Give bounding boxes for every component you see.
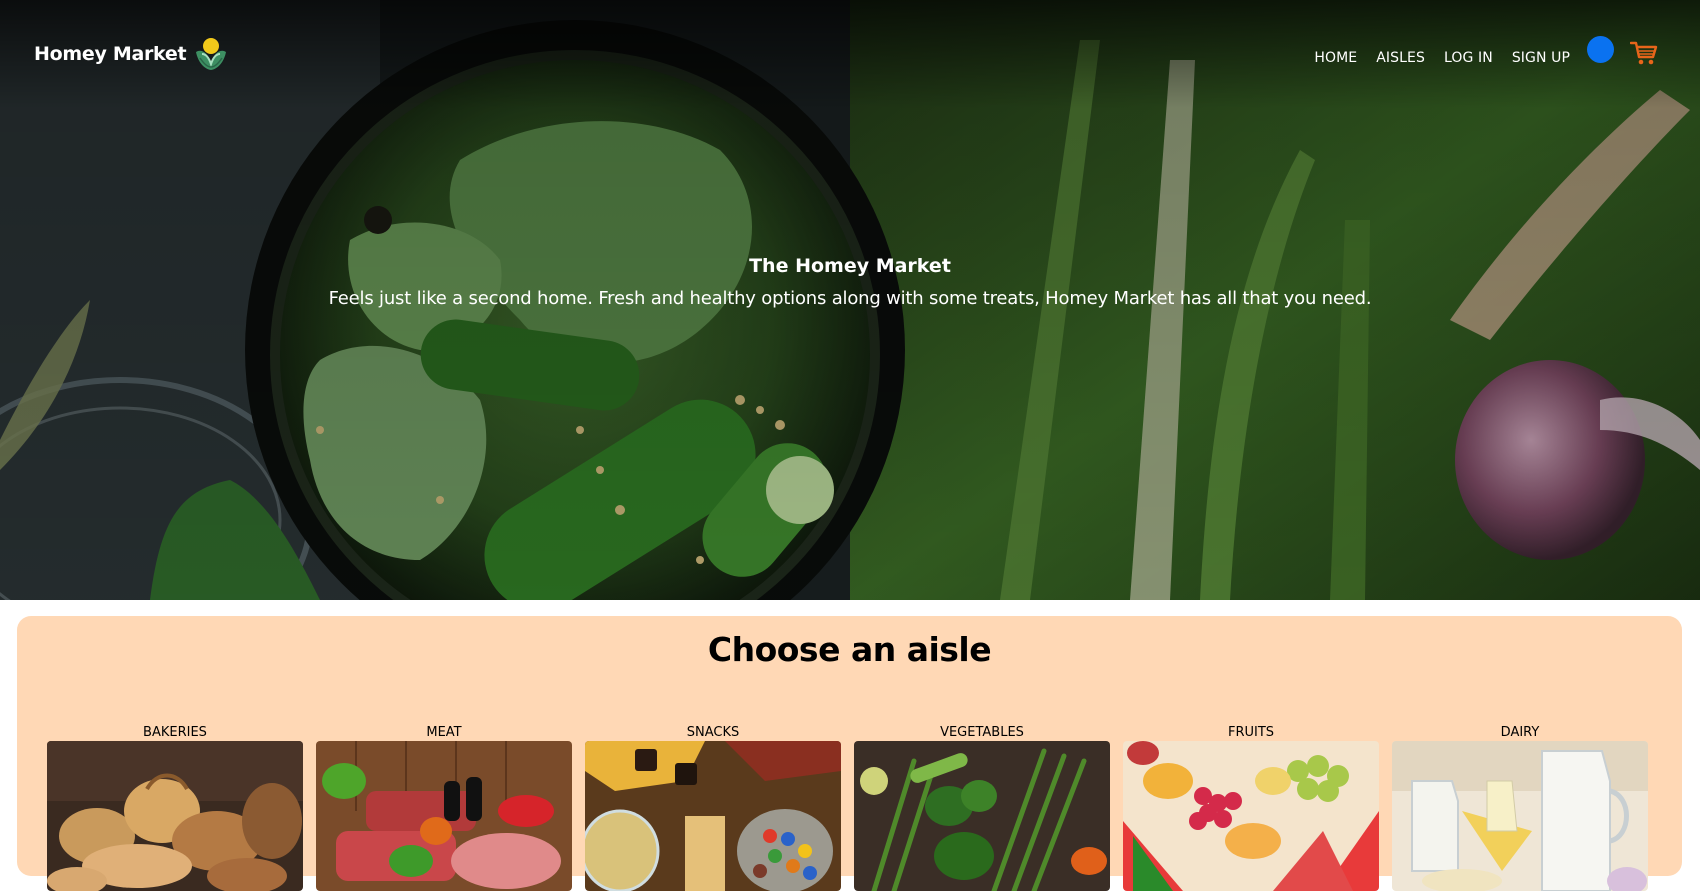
aisle-card-meat[interactable]: MEAT <box>316 724 572 891</box>
nav-log-in[interactable]: LOG IN <box>1444 50 1493 66</box>
fruits-image[interactable] <box>1123 741 1379 891</box>
aisle-card-vegetables[interactable]: VEGETABLES <box>854 724 1110 891</box>
aisle-section: Choose an aisle BAKERIES MEAT SNACKS VEG… <box>17 616 1682 891</box>
snacks-image[interactable] <box>585 741 841 891</box>
aisle-label[interactable]: SNACKS <box>585 724 841 741</box>
hero-text: The Homey Market Feels just like a secon… <box>0 255 1700 309</box>
aisle-heading: Choose an aisle <box>707 630 992 669</box>
nav-aisles[interactable]: AISLES <box>1376 50 1425 66</box>
leaf-hands-logo-icon[interactable] <box>192 36 230 72</box>
aisle-label[interactable]: FRUITS <box>1123 724 1379 741</box>
nav-sign-up[interactable]: SIGN UP <box>1512 50 1570 66</box>
brand[interactable]: Homey Market <box>34 34 230 74</box>
aisle-card-bakeries[interactable]: BAKERIES <box>47 724 303 891</box>
brand-name[interactable]: Homey Market <box>34 43 187 65</box>
cart-icon[interactable] <box>1630 40 1658 66</box>
top-navbar: Homey Market HOME AISLES LOG IN SIGN UP <box>0 0 1700 110</box>
dairy-image[interactable] <box>1392 741 1648 891</box>
aisle-label[interactable]: DAIRY <box>1392 724 1648 741</box>
main-nav: HOME AISLES LOG IN SIGN UP <box>1314 50 1570 66</box>
hero-banner: Homey Market HOME AISLES LOG IN SIGN UP … <box>0 0 1700 600</box>
nav-home[interactable]: HOME <box>1314 50 1357 66</box>
vegetables-image[interactable] <box>854 741 1110 891</box>
aisle-label[interactable]: BAKERIES <box>47 724 303 741</box>
hero-subtitle: Feels just like a second home. Fresh and… <box>328 288 1372 309</box>
bakeries-image[interactable] <box>47 741 303 891</box>
aisle-label[interactable]: MEAT <box>316 724 572 741</box>
aisle-card-dairy[interactable]: DAIRY <box>1392 724 1648 891</box>
avatar[interactable] <box>1587 36 1614 63</box>
aisle-card-snacks[interactable]: SNACKS <box>585 724 841 891</box>
meat-image[interactable] <box>316 741 572 891</box>
hero-title: The Homey Market <box>749 255 951 277</box>
aisle-label[interactable]: VEGETABLES <box>854 724 1110 741</box>
aisle-card-fruits[interactable]: FRUITS <box>1123 724 1379 891</box>
